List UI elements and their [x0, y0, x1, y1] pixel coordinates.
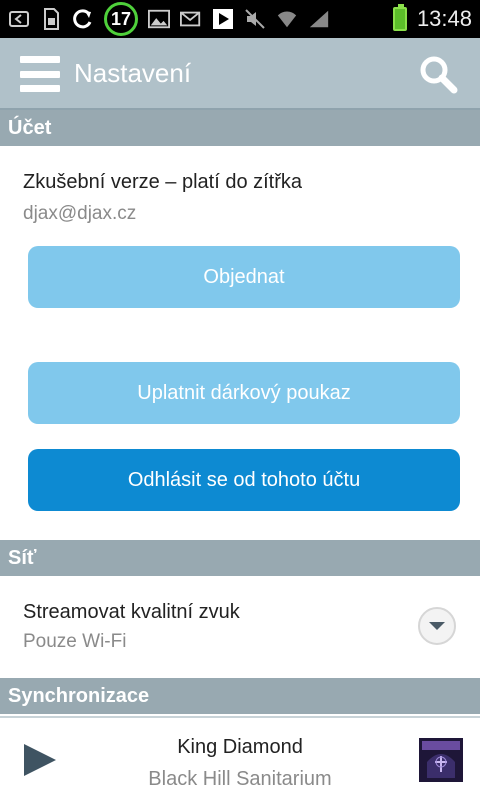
stream-quality-dropdown[interactable]: [418, 607, 456, 645]
sd-card-icon: [40, 8, 62, 30]
battery-icon: [392, 4, 407, 31]
status-bar: 17 13:48: [0, 0, 480, 38]
search-icon[interactable]: [418, 54, 458, 94]
back-notification-icon: [8, 8, 30, 30]
wifi-icon: [276, 8, 298, 30]
album-art[interactable]: [419, 738, 463, 782]
stream-quality-label: Streamovat kvalitní zvuk: [23, 601, 240, 623]
track-title: King Diamond: [177, 736, 303, 758]
account-email: djax@djax.cz: [23, 203, 137, 224]
redeem-voucher-button[interactable]: Uplatnit dárkový poukaz: [28, 362, 460, 424]
image-icon: [148, 8, 170, 30]
app-bar: Nastavení: [0, 38, 480, 110]
logout-button[interactable]: Odhlásit se od tohoto účtu: [28, 449, 460, 511]
order-button[interactable]: Objednat: [28, 246, 460, 308]
clock: 13:48: [416, 6, 472, 31]
menu-icon[interactable]: [20, 56, 60, 92]
signal-icon: [308, 8, 330, 30]
stream-quality-value: Pouze Wi-Fi: [23, 631, 127, 652]
mute-icon: [244, 8, 266, 30]
calendar-badge-icon: 17: [104, 2, 138, 36]
notification-icons: 17: [8, 2, 330, 36]
section-header-account: Účet: [0, 110, 480, 146]
track-artist: Black Hill Sanitarium: [148, 768, 332, 790]
status-right: 13:48: [392, 4, 472, 34]
play-store-icon: [212, 8, 234, 30]
section-header-network: Síť: [0, 540, 480, 576]
chevron-down-icon: [429, 622, 445, 630]
account-plan: Zkušební verze – platí do zítřka: [23, 171, 303, 193]
email-icon: [180, 8, 202, 30]
page-title: Nastavení: [74, 58, 192, 88]
now-playing-bar[interactable]: King Diamond Black Hill Sanitarium: [0, 716, 480, 800]
sync-notification-icon: [72, 8, 94, 30]
section-header-sync: Synchronizace: [0, 678, 480, 714]
